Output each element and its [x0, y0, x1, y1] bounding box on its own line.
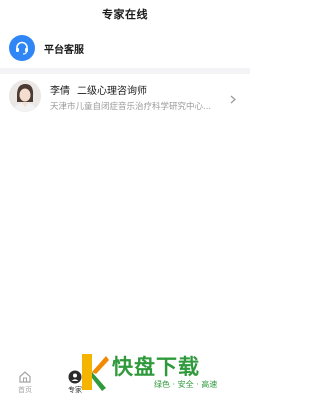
expert-avatar — [9, 80, 41, 112]
watermark-logo — [78, 352, 110, 392]
watermark: 快盘下载 绿色 · 安全 · 高速 — [78, 350, 248, 396]
tab-home[interactable]: 首页 — [10, 367, 40, 397]
chevron-right-icon — [230, 95, 236, 107]
expert-title: 二级心理咨询师 — [77, 86, 147, 97]
navigation-bar: 专家在线 — [0, 0, 250, 28]
watermark-title: 快盘下载 — [112, 355, 200, 379]
expert-name-line: 李倩 二级心理咨询师 — [50, 82, 147, 97]
tab-home-label: 首页 — [18, 386, 32, 394]
headset-icon — [9, 35, 35, 61]
watermark-subtitle: 绿色 · 安全 · 高速 — [154, 380, 218, 389]
home-icon — [18, 369, 32, 383]
expert-organization: 天津市儿童自闭症音乐治疗科学研究中心... — [50, 102, 212, 112]
page-title: 专家在线 — [102, 8, 148, 21]
platform-service-label: 平台客服 — [44, 45, 84, 56]
expert-list-item[interactable]: 李倩 二级心理咨询师 天津市儿童自闭症音乐治疗科学研究中心... — [0, 76, 250, 124]
expert-name: 李倩 — [50, 86, 70, 97]
section-divider — [0, 68, 250, 74]
platform-service-row[interactable]: 平台客服 — [0, 31, 250, 65]
app-screen: 专家在线 平台客服 李倩 二级心理咨询师 天津市儿童自闭症音乐治疗科学研究中心.… — [0, 0, 250, 400]
